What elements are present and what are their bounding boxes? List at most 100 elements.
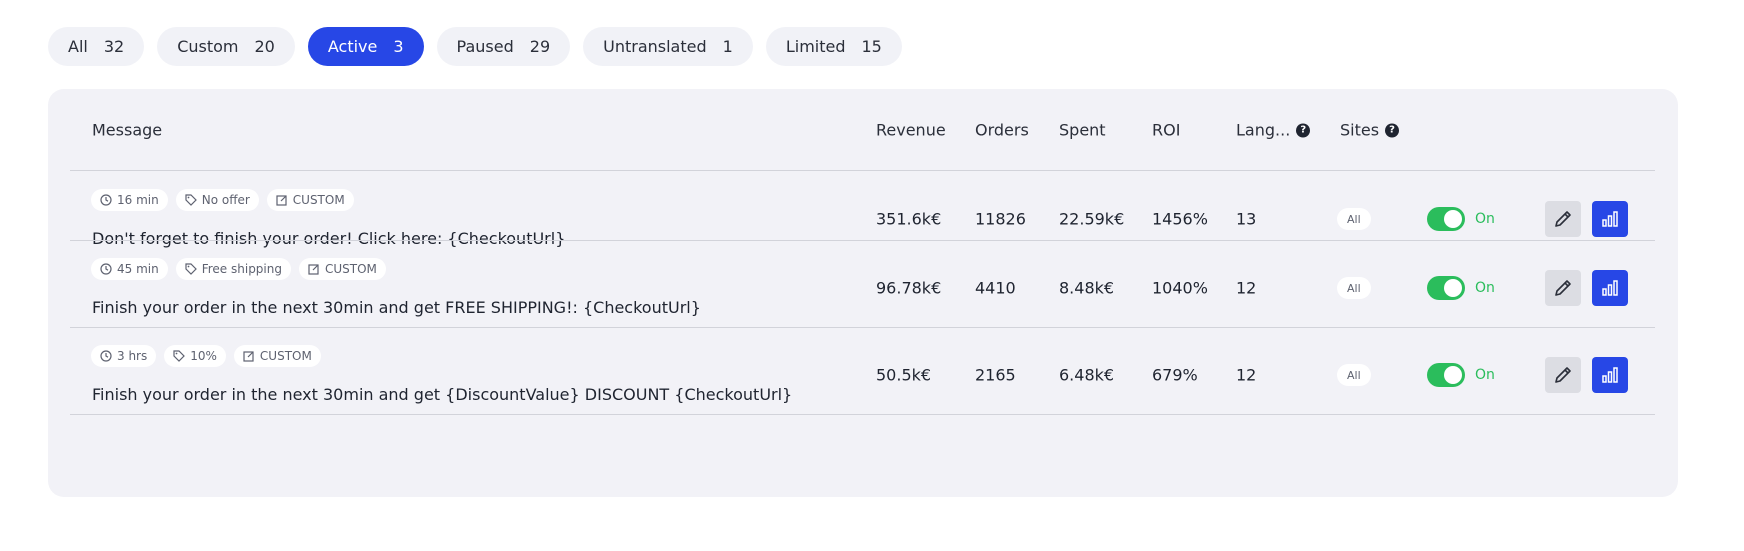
messages-table: Message Revenue Orders Spent ROI Lang...… (48, 89, 1678, 497)
pencil-icon (1555, 280, 1571, 296)
status-label: On (1475, 211, 1495, 227)
offer-tag: No offer (175, 189, 259, 211)
edit-note-icon (308, 264, 319, 275)
toggle-knob (1444, 366, 1462, 384)
tab-untranslated[interactable]: Untranslated 1 (583, 27, 753, 66)
delay-text: 3 hrs (117, 349, 148, 363)
message-tags: 16 min No offer CUSTOM (91, 189, 354, 211)
bar-chart-icon (1602, 211, 1618, 227)
status-label: On (1475, 280, 1495, 296)
orders-value: 11826 (975, 209, 1026, 229)
column-languages: Lang... ? (1236, 120, 1311, 140)
offer-text: 10% (190, 349, 217, 363)
question-circle-icon[interactable]: ? (1385, 123, 1400, 137)
revenue-value: 50.5k€ (876, 365, 932, 385)
edit-note-icon (243, 351, 254, 362)
offer-text: No offer (201, 193, 250, 207)
tab-label: Active (327, 37, 378, 56)
type-tag: CUSTOM (298, 258, 386, 280)
edit-button[interactable] (1545, 270, 1581, 306)
revenue-value: 351.6k€ (876, 209, 942, 229)
edit-button[interactable] (1545, 357, 1581, 393)
type-text: CUSTOM (259, 349, 312, 363)
clock-icon (100, 194, 112, 206)
tab-active[interactable]: Active 3 (307, 27, 424, 66)
column-orders: Orders (975, 120, 1029, 140)
table-header: Message Revenue Orders Spent ROI Lang...… (48, 89, 1678, 171)
message-text: Finish your order in the next 30min and … (92, 298, 701, 317)
spent-value: 6.48k€ (1059, 365, 1115, 385)
tab-paused[interactable]: Paused 29 (436, 27, 571, 66)
table-row: 3 hrs 10% CUSTOM Finish your order in th… (48, 327, 1678, 423)
delay-tag: 45 min (91, 258, 168, 280)
toggle-knob (1444, 279, 1462, 297)
column-roi: ROI (1152, 120, 1181, 140)
tab-count: 20 (254, 37, 275, 56)
sites-badge: All (1337, 208, 1371, 230)
status-label: On (1475, 367, 1495, 383)
column-languages-label: Lang... (1236, 120, 1291, 140)
delay-tag: 3 hrs (91, 345, 157, 367)
tab-label: All (68, 37, 88, 56)
toggle-knob (1444, 210, 1462, 228)
column-sites: Sites ? (1340, 120, 1400, 140)
sites-badge: All (1337, 277, 1371, 299)
type-tag: CUSTOM (233, 345, 321, 367)
orders-value: 4410 (975, 278, 1016, 298)
tab-label: Untranslated (603, 37, 707, 56)
offer-tag: 10% (164, 345, 226, 367)
roi-value: 679% (1152, 365, 1198, 385)
column-spent: Spent (1059, 120, 1106, 140)
clock-icon (100, 350, 112, 362)
message-tags: 3 hrs 10% CUSTOM (91, 345, 321, 367)
type-text: CUSTOM (292, 193, 345, 207)
tab-limited[interactable]: Limited 15 (765, 27, 902, 66)
stats-button[interactable] (1592, 270, 1628, 306)
tab-all[interactable]: All 32 (48, 27, 145, 66)
status-toggle[interactable] (1427, 276, 1465, 300)
offer-text: Free shipping (201, 262, 282, 276)
bar-chart-icon (1602, 280, 1618, 296)
sites-badge: All (1337, 364, 1371, 386)
message-tags: 45 min Free shipping CUSTOM (91, 258, 386, 280)
status-toggle[interactable] (1427, 363, 1465, 387)
column-revenue: Revenue (876, 120, 946, 140)
tab-count: 3 (393, 37, 404, 56)
stats-button[interactable] (1592, 201, 1628, 237)
tab-count: 29 (529, 37, 551, 56)
tab-count: 15 (861, 37, 882, 56)
tab-custom[interactable]: Custom 20 (157, 27, 295, 66)
pencil-icon (1555, 367, 1571, 383)
languages-value: 13 (1236, 209, 1257, 229)
roi-value: 1040% (1152, 278, 1208, 298)
question-circle-icon[interactable]: ? (1296, 123, 1311, 137)
column-sites-label: Sites (1340, 120, 1380, 140)
status-toggle[interactable] (1427, 207, 1465, 231)
bar-chart-icon (1602, 367, 1618, 383)
divider (70, 414, 1655, 415)
tab-label: Custom (177, 37, 239, 56)
clock-icon (100, 263, 112, 275)
pencil-icon (1555, 211, 1571, 227)
tab-count: 32 (103, 37, 125, 56)
edit-note-icon (276, 195, 287, 206)
delay-text: 16 min (117, 193, 159, 207)
tab-label: Limited (785, 37, 846, 56)
message-text: Finish your order in the next 30min and … (92, 385, 793, 404)
orders-value: 2165 (975, 365, 1016, 385)
tag-icon (185, 194, 197, 206)
tag-icon (185, 263, 197, 275)
revenue-value: 96.78k€ (876, 278, 942, 298)
spent-value: 8.48k€ (1059, 278, 1115, 298)
filter-tabs: All 32 Custom 20 Active 3 Paused 29 Untr… (48, 27, 902, 66)
tab-count: 1 (722, 37, 733, 56)
offer-tag: Free shipping (175, 258, 291, 280)
languages-value: 12 (1236, 365, 1257, 385)
table-row: 45 min Free shipping CUSTOM Finish your … (48, 240, 1678, 336)
languages-value: 12 (1236, 278, 1257, 298)
stats-button[interactable] (1592, 357, 1628, 393)
roi-value: 1456% (1152, 209, 1208, 229)
tab-label: Paused (456, 37, 514, 56)
delay-tag: 16 min (91, 189, 168, 211)
edit-button[interactable] (1545, 201, 1581, 237)
